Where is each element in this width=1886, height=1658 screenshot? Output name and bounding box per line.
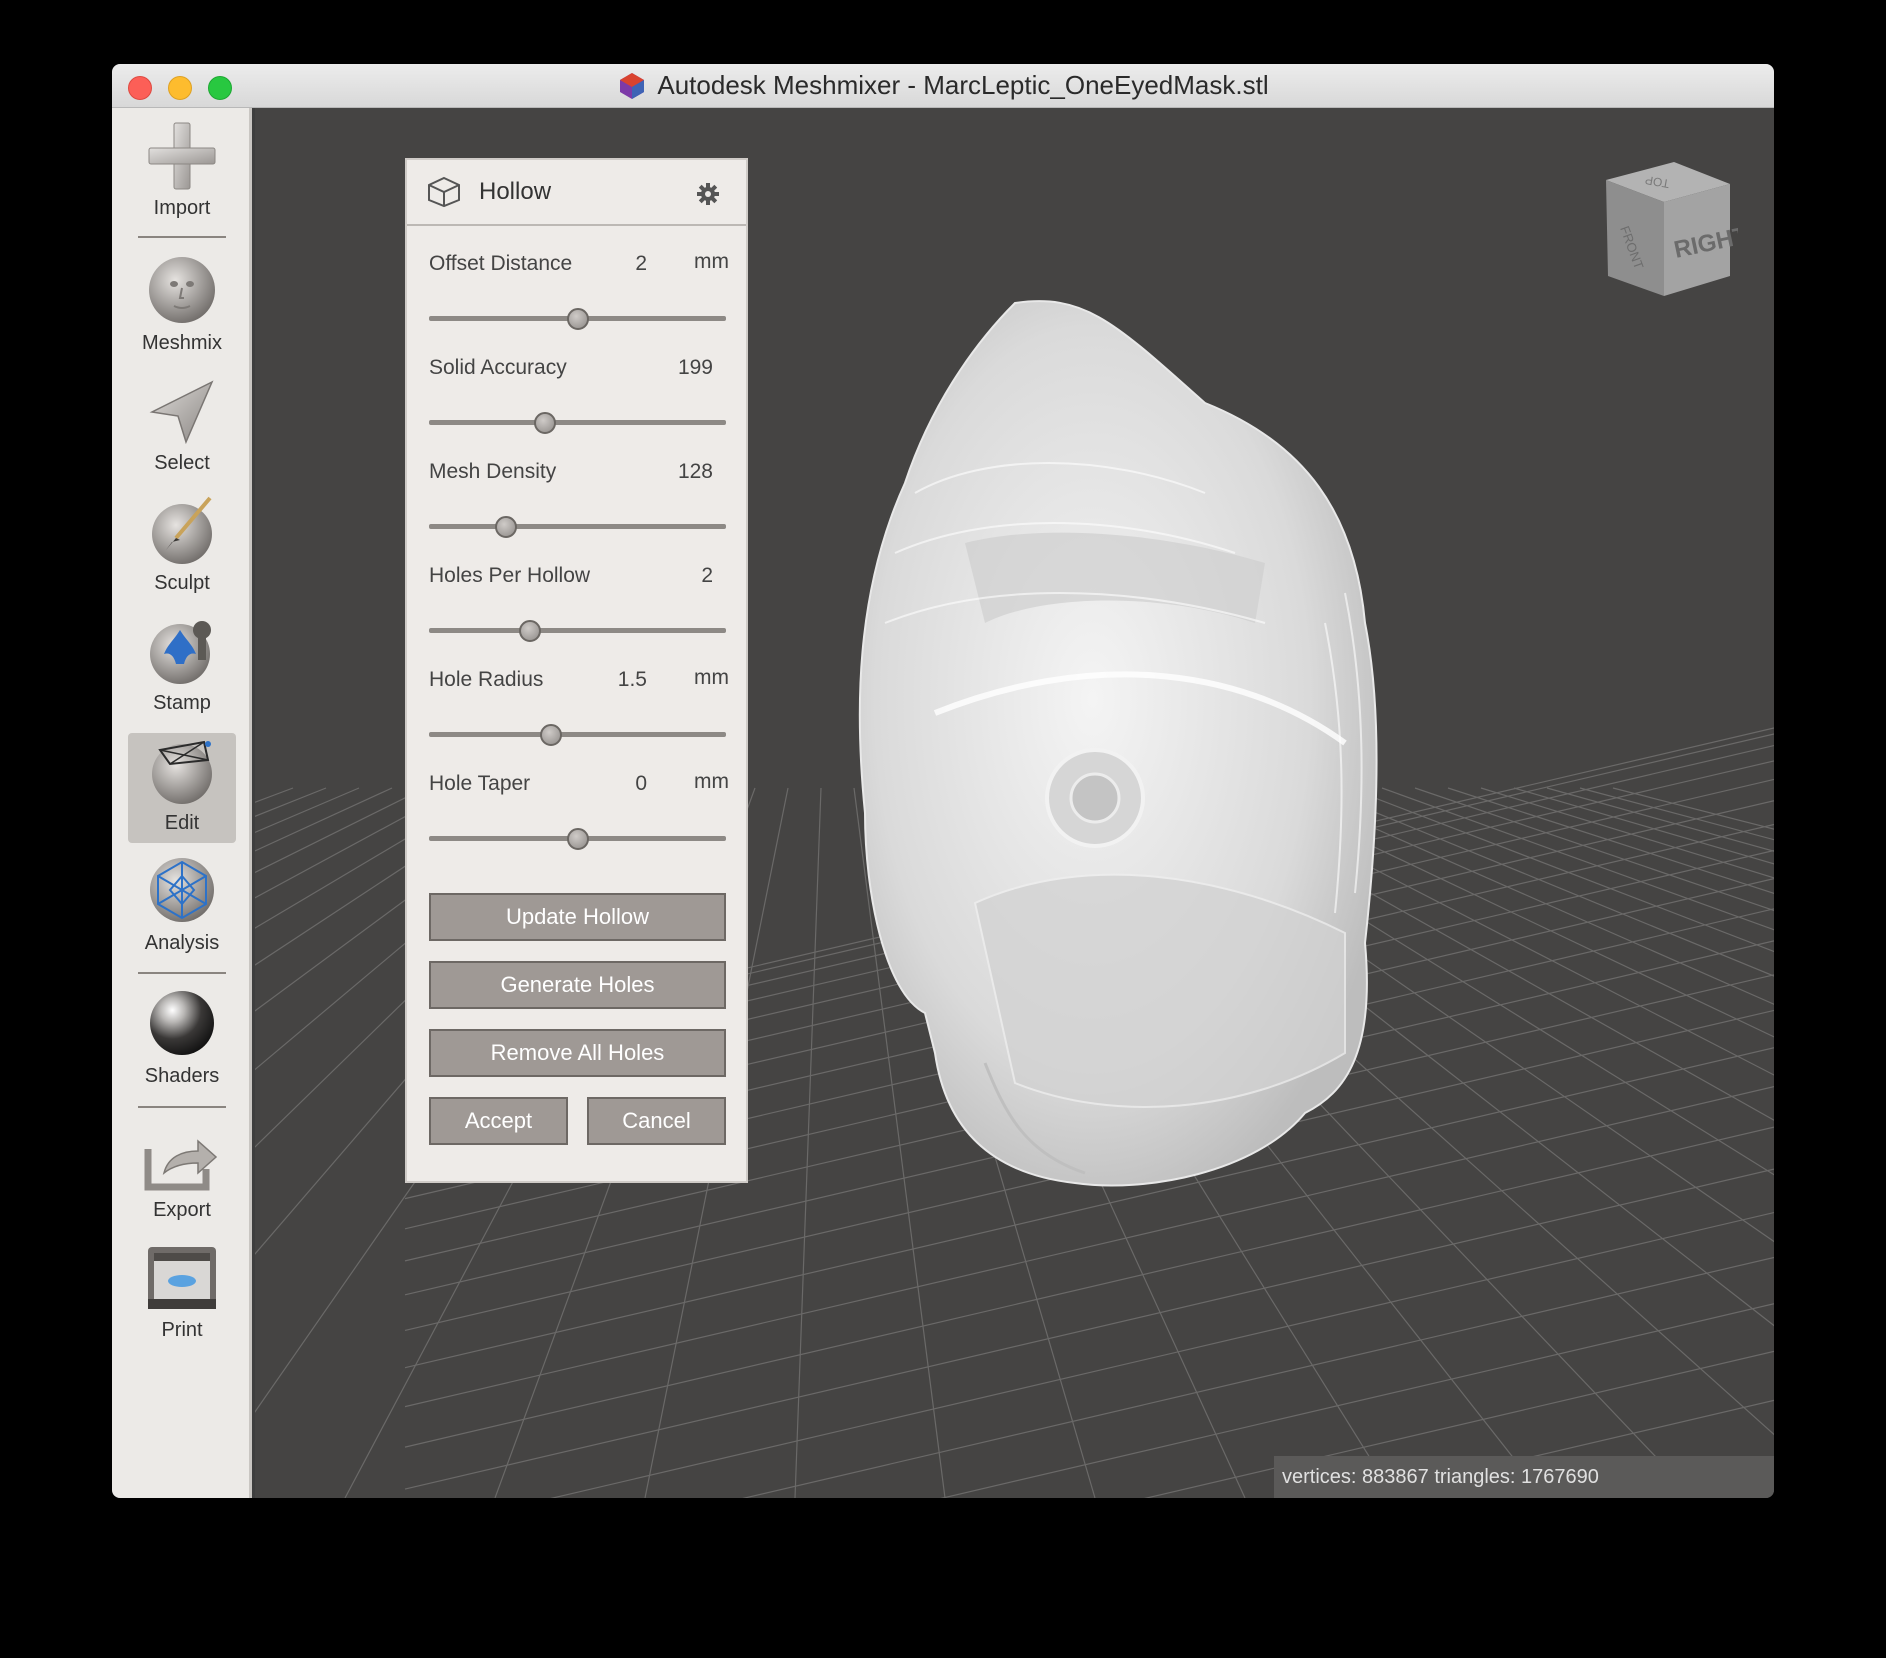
param-value-field[interactable]: 1.5 bbox=[618, 668, 647, 692]
slider-thumb[interactable] bbox=[566, 828, 589, 850]
param-unit: mm bbox=[694, 250, 729, 273]
minimize-window-button[interactable] bbox=[168, 76, 192, 100]
param-value-field[interactable]: 2 bbox=[635, 252, 647, 276]
slider-thumb[interactable] bbox=[518, 620, 541, 642]
face-sphere-icon bbox=[149, 257, 215, 323]
export-icon bbox=[144, 1139, 218, 1191]
gear-icon[interactable] bbox=[696, 182, 720, 206]
tool-label: Select bbox=[154, 452, 210, 474]
brush-sphere-icon bbox=[152, 496, 212, 564]
param-label: Mesh Density bbox=[429, 460, 557, 483]
remove-all-holes-button[interactable]: Remove All Holes bbox=[429, 1029, 726, 1077]
view-cube[interactable]: TOP FRONT RIGHT bbox=[1598, 158, 1738, 308]
slider-thumb[interactable] bbox=[566, 308, 589, 330]
param-label: Holes Per Hollow bbox=[429, 564, 591, 587]
slider-thumb[interactable] bbox=[495, 516, 518, 538]
3d-viewport[interactable]: Hollow Offset Distance 2 mm Solid Accura… bbox=[255, 108, 1774, 1498]
print-tool-button[interactable]: Print bbox=[112, 1240, 252, 1350]
meshmixer-logo-icon bbox=[620, 72, 645, 99]
panel-header: Hollow bbox=[407, 160, 746, 226]
tool-label: Edit bbox=[164, 812, 200, 834]
printer-icon bbox=[148, 1247, 216, 1309]
slider-track[interactable] bbox=[429, 628, 726, 633]
mask-model bbox=[858, 300, 1378, 1187]
maximize-window-button[interactable] bbox=[208, 76, 232, 100]
stamp-tool-button[interactable]: Stamp bbox=[112, 613, 252, 723]
edit-sphere-icon bbox=[152, 740, 212, 804]
param-slider[interactable] bbox=[429, 516, 726, 538]
plus-icon bbox=[148, 122, 216, 190]
slider-track[interactable] bbox=[429, 732, 726, 737]
arrow-cursor-icon bbox=[149, 380, 214, 445]
hollow-panel: Hollow Offset Distance 2 mm Solid Accura… bbox=[405, 158, 748, 1183]
tool-label: Import bbox=[153, 197, 211, 219]
window-title: Autodesk Meshmixer - MarcLeptic_OneEyedM… bbox=[657, 70, 1269, 100]
tool-label: Meshmix bbox=[141, 332, 222, 354]
analysis-sphere-icon bbox=[150, 858, 214, 922]
cube-outline-icon bbox=[428, 176, 460, 208]
param-slider[interactable] bbox=[429, 828, 726, 850]
param-label: Hole Radius bbox=[429, 668, 544, 691]
toolbar-divider bbox=[138, 1106, 226, 1108]
cancel-button[interactable]: Cancel bbox=[587, 1097, 726, 1145]
app-window: Autodesk Meshmixer - MarcLeptic_OneEyedM… bbox=[112, 64, 1774, 1498]
meshmix-tool-button[interactable]: Meshmix bbox=[112, 253, 252, 363]
toolbar-divider bbox=[138, 236, 226, 238]
generate-holes-button[interactable]: Generate Holes bbox=[429, 961, 726, 1009]
slider-thumb[interactable] bbox=[533, 412, 556, 434]
tool-label: Sculpt bbox=[154, 572, 210, 594]
param-unit: mm bbox=[694, 666, 729, 689]
param-value-field[interactable]: 199 bbox=[678, 356, 713, 380]
tool-label: Print bbox=[161, 1319, 203, 1341]
export-tool-button[interactable]: Export bbox=[112, 1120, 252, 1230]
shaders-tool-button[interactable]: Shaders bbox=[112, 986, 252, 1096]
param-slider[interactable] bbox=[429, 412, 726, 434]
select-tool-button[interactable]: Select bbox=[112, 373, 252, 483]
toolbar-divider bbox=[138, 972, 226, 974]
param-label: Offset Distance bbox=[429, 252, 573, 275]
param-value-field[interactable]: 128 bbox=[678, 460, 713, 484]
param-slider[interactable] bbox=[429, 724, 726, 746]
slider-track[interactable] bbox=[429, 524, 726, 529]
panel-title: Hollow bbox=[479, 178, 552, 205]
param-value-field[interactable]: 2 bbox=[701, 564, 713, 588]
analysis-tool-button[interactable]: Analysis bbox=[112, 853, 252, 963]
slider-track[interactable] bbox=[429, 420, 726, 425]
param-slider[interactable] bbox=[429, 620, 726, 642]
mesh-stats: vertices: 883867 triangles: 1767690 bbox=[1274, 1456, 1774, 1498]
tool-label: Analysis bbox=[144, 932, 220, 954]
shader-sphere-icon bbox=[150, 991, 214, 1055]
param-unit: mm bbox=[694, 770, 729, 793]
update-hollow-button[interactable]: Update Hollow bbox=[429, 893, 726, 941]
edit-tool-button[interactable]: Edit bbox=[128, 733, 236, 843]
left-toolbar: Import Meshmix Select Sculpt Stamp Edit … bbox=[112, 108, 252, 1498]
title-bar[interactable]: Autodesk Meshmixer - MarcLeptic_OneEyedM… bbox=[112, 64, 1774, 108]
close-window-button[interactable] bbox=[128, 76, 152, 100]
param-label: Hole Taper bbox=[429, 772, 531, 795]
tool-label: Shaders bbox=[144, 1065, 220, 1087]
param-slider[interactable] bbox=[429, 308, 726, 330]
accept-button[interactable]: Accept bbox=[429, 1097, 568, 1145]
stamp-icon bbox=[150, 621, 211, 684]
tool-label: Export bbox=[153, 1199, 211, 1221]
param-value-field[interactable]: 0 bbox=[635, 772, 647, 796]
sculpt-tool-button[interactable]: Sculpt bbox=[112, 493, 252, 603]
tool-label: Stamp bbox=[153, 692, 211, 714]
import-tool-button[interactable]: Import bbox=[112, 118, 252, 228]
param-label: Solid Accuracy bbox=[429, 356, 567, 379]
slider-thumb[interactable] bbox=[539, 724, 562, 746]
